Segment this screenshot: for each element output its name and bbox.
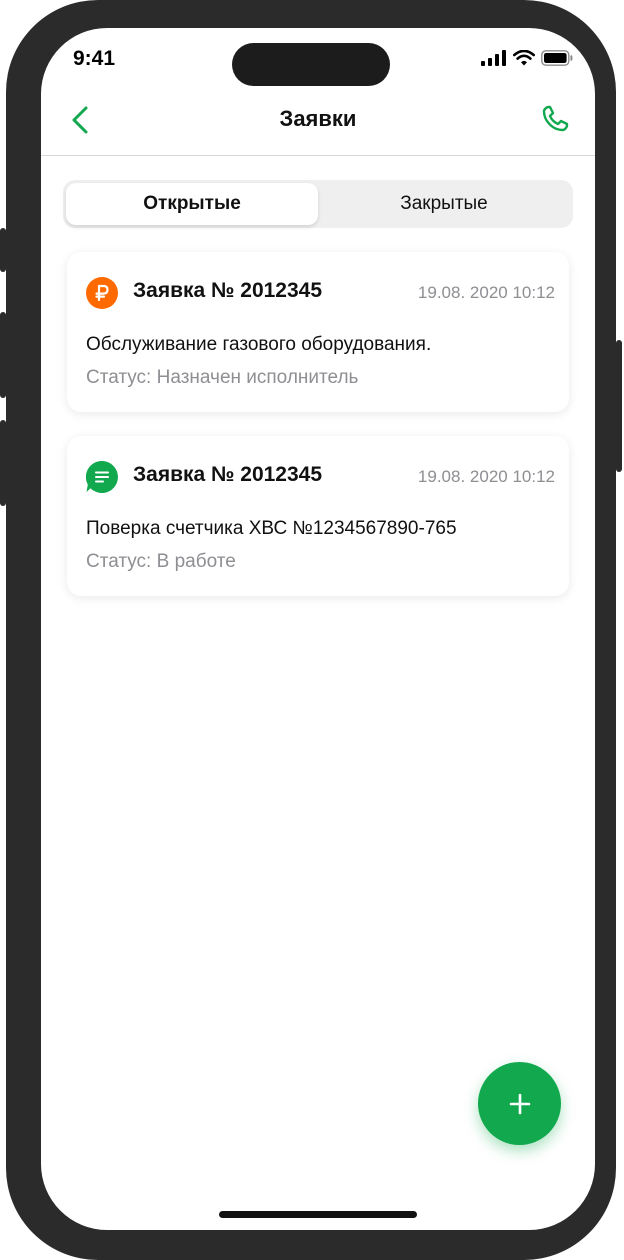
request-card[interactable]: Заявка № 2012345 19.08. 2020 10:12 Обслу…: [67, 252, 569, 412]
volume-up-button: [0, 312, 6, 398]
request-title: Заявка № 2012345: [133, 463, 323, 486]
request-description: Поверка счетчика ХВС №1234567890-765: [86, 518, 457, 539]
request-status: Статус: Назначен исполнитель: [86, 367, 359, 388]
request-description: Обслуживание газового оборудования.: [86, 334, 432, 355]
volume-down-button: [0, 420, 6, 506]
page-title: Заявки: [279, 106, 357, 131]
power-button: [616, 340, 622, 472]
ruble-icon: [86, 277, 118, 309]
request-status: Статус: В работе: [86, 551, 236, 572]
request-date: 19.08. 2020 10:12: [417, 283, 555, 302]
tab-closed[interactable]: Закрытые: [318, 183, 570, 225]
message-icon: [86, 461, 118, 493]
plus-icon: [509, 1093, 530, 1114]
request-date: 19.08. 2020 10:12: [417, 467, 555, 486]
status-time: 9:41: [73, 47, 116, 70]
phone-icon[interactable]: [539, 103, 571, 135]
request-card[interactable]: Заявка № 2012345 19.08. 2020 10:12 Повер…: [67, 436, 569, 596]
signal-icon: [481, 50, 506, 66]
home-indicator[interactable]: [219, 1211, 417, 1218]
navigation-bar: Заявки: [41, 90, 595, 156]
wifi-icon: [513, 50, 535, 66]
mute-switch: [0, 228, 6, 272]
request-title: Заявка № 2012345: [133, 279, 323, 302]
add-request-button[interactable]: [478, 1062, 561, 1145]
phone-frame: 9:41 Заявки Открытые Закрытые Заявка № 2…: [0, 0, 622, 1260]
status-segmented-control: Открытые Закрытые: [63, 180, 573, 228]
screen: 9:41 Заявки Открытые Закрытые Заявка № 2…: [41, 28, 595, 1230]
battery-icon: [541, 50, 573, 66]
dynamic-island: [232, 43, 390, 86]
tab-open[interactable]: Открытые: [66, 183, 318, 225]
status-icons: [481, 50, 573, 66]
